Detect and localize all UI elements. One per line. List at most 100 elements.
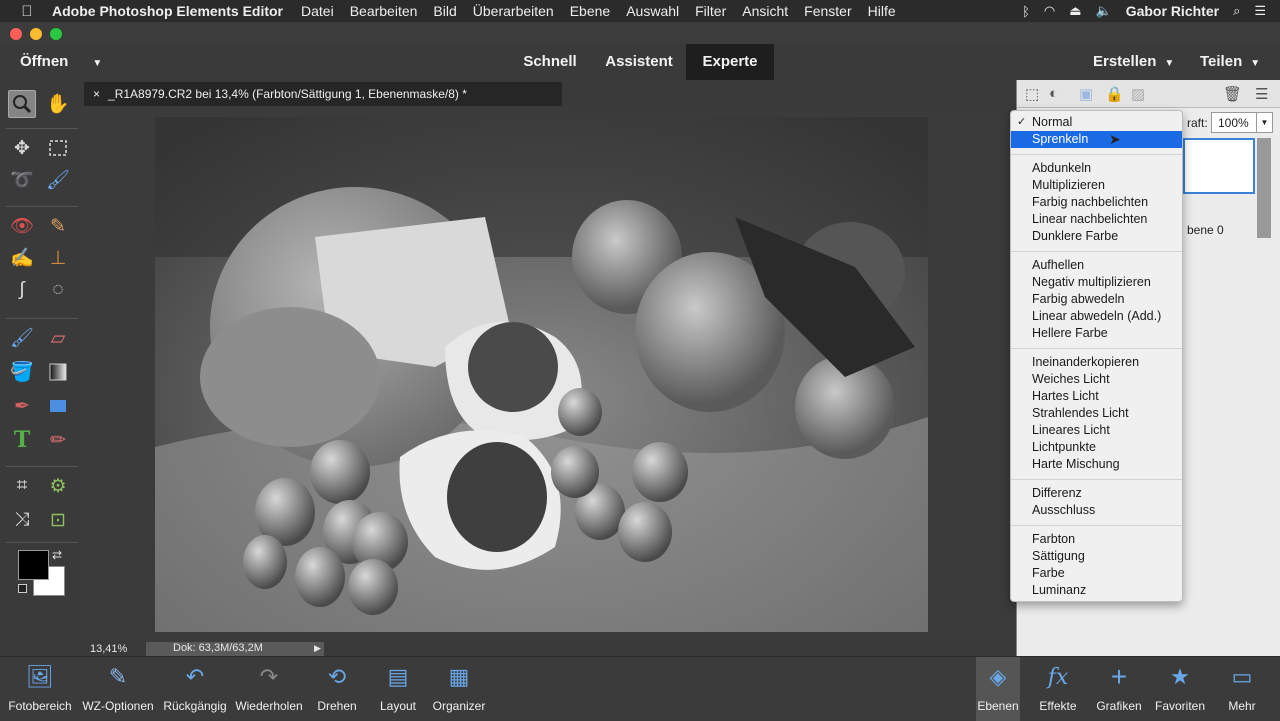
menu-ansicht[interactable]: Ansicht bbox=[742, 3, 788, 19]
layers-scrollbar[interactable] bbox=[1257, 138, 1271, 238]
shape-tool-icon[interactable] bbox=[44, 392, 72, 420]
mode-tab-schnell[interactable]: Schnell bbox=[508, 44, 592, 80]
lasso-tool-icon[interactable]: ➰ bbox=[8, 166, 36, 194]
zoom-window-button[interactable] bbox=[50, 28, 62, 40]
recompose-tool-icon[interactable]: ⚙ bbox=[44, 472, 72, 500]
move-tool-icon[interactable]: ✥ bbox=[8, 134, 36, 162]
document-image[interactable] bbox=[155, 117, 928, 632]
graphics-button[interactable]: + Grafiken bbox=[1094, 657, 1144, 721]
lock-transparency-icon[interactable]: ▨ bbox=[1131, 85, 1145, 103]
blend-mode-negativ-multiplizieren[interactable]: Negativ multiplizieren bbox=[1011, 274, 1182, 291]
minimize-window-button[interactable] bbox=[30, 28, 42, 40]
document-size[interactable]: Dok: 63,3M/63,2M bbox=[146, 642, 324, 656]
close-document-icon[interactable]: × bbox=[93, 87, 100, 101]
wifi-icon[interactable]: ◠ bbox=[1044, 3, 1055, 19]
zoom-tool-icon[interactable] bbox=[8, 90, 36, 118]
layer-name[interactable]: bene 0 bbox=[1187, 223, 1224, 237]
blend-mode-dunklere-farbe[interactable]: Dunklere Farbe bbox=[1011, 228, 1182, 245]
share-menu-button[interactable]: Teilen ▼ bbox=[1200, 53, 1260, 70]
tool-options-button[interactable]: ✎ WZ-Optionen bbox=[78, 657, 158, 721]
blend-mode-farbig-nachbelichten[interactable]: Farbig nachbelichten bbox=[1011, 194, 1182, 211]
volume-icon[interactable]: 🔈 bbox=[1096, 3, 1112, 19]
zoom-level[interactable]: 13,41% bbox=[90, 643, 127, 655]
swap-colors-icon[interactable]: ⇄ bbox=[52, 548, 62, 562]
red-eye-tool-icon[interactable]: 👁 bbox=[8, 212, 36, 240]
apple-icon[interactable]:  bbox=[16, 3, 38, 20]
mode-tab-experte[interactable]: Experte bbox=[686, 44, 774, 80]
notification-center-icon[interactable]: ☰ bbox=[1254, 3, 1266, 19]
open-button[interactable]: Öffnen ▼ bbox=[20, 53, 102, 70]
menu-bearbeiten[interactable]: Bearbeiten bbox=[350, 3, 418, 19]
new-layer-icon[interactable]: ⬚ bbox=[1025, 85, 1039, 103]
lock-all-icon[interactable]: 🔒 bbox=[1105, 85, 1124, 103]
menu-ebene[interactable]: Ebene bbox=[570, 3, 610, 19]
user-name[interactable]: Gabor Richter bbox=[1126, 3, 1219, 19]
eject-icon[interactable]: ⏏ bbox=[1069, 3, 1081, 19]
layers-button[interactable]: ◈ Ebenen bbox=[976, 657, 1020, 721]
layout-button[interactable]: ▤ Layout bbox=[372, 657, 424, 721]
blend-mode-multiplizieren[interactable]: Multiplizieren bbox=[1011, 177, 1182, 194]
document-tab[interactable]: × _R1A8979.CR2 bei 13,4% (Farbton/Sättig… bbox=[84, 82, 562, 106]
photo-bin-button[interactable]: 🖼 Fotobereich bbox=[4, 657, 76, 721]
effects-button[interactable]: fx Effekte bbox=[1034, 657, 1082, 721]
status-menu-arrow-icon[interactable]: ▶ bbox=[314, 643, 321, 654]
marquee-tool-icon[interactable] bbox=[44, 134, 72, 162]
organizer-button[interactable]: ▦ Organizer bbox=[428, 657, 490, 721]
spotlight-search-icon[interactable]: ⌕ bbox=[1233, 3, 1240, 19]
blend-mode-ausschluss[interactable]: Ausschluss bbox=[1011, 502, 1182, 519]
blend-mode-luminanz[interactable]: Luminanz bbox=[1011, 582, 1182, 599]
type-tool-icon[interactable]: T bbox=[8, 426, 36, 454]
brush-tool-icon[interactable]: 🖌 bbox=[8, 324, 36, 352]
menu-auswahl[interactable]: Auswahl bbox=[626, 3, 679, 19]
hand-tool-icon[interactable]: ✋ bbox=[44, 90, 72, 118]
blend-mode-hellere-farbe[interactable]: Hellere Farbe bbox=[1011, 325, 1182, 342]
straighten-tool-icon[interactable]: ⊡ bbox=[44, 506, 72, 534]
trash-icon[interactable]: 🗑 bbox=[1223, 85, 1242, 103]
favorites-button[interactable]: ★ Favoriten bbox=[1152, 657, 1208, 721]
layer-mask-thumbnail[interactable] bbox=[1183, 138, 1255, 194]
blend-mode-normal[interactable]: ✓ Normal bbox=[1011, 114, 1182, 131]
menu-bild[interactable]: Bild bbox=[433, 3, 456, 19]
blur-tool-icon[interactable]: ∫ bbox=[8, 276, 36, 304]
eyedropper-tool-icon[interactable]: ✒ bbox=[8, 392, 36, 420]
undo-button[interactable]: ↶ Rückgängig bbox=[160, 657, 230, 721]
menu-filter[interactable]: Filter bbox=[695, 3, 726, 19]
blend-mode-aufhellen[interactable]: Aufhellen bbox=[1011, 257, 1182, 274]
content-aware-move-tool-icon[interactable]: ⤨ bbox=[8, 506, 36, 534]
default-colors-icon[interactable] bbox=[18, 584, 27, 593]
blend-mode-linear-nachbelichten[interactable]: Linear nachbelichten bbox=[1011, 211, 1182, 228]
clone-stamp-tool-icon[interactable]: ⊥ bbox=[44, 244, 72, 272]
eraser-tool-icon[interactable]: ▱ bbox=[44, 324, 72, 352]
menu-ueberarbeiten[interactable]: Überarbeiten bbox=[473, 3, 554, 19]
blend-mode-weiches-licht[interactable]: Weiches Licht bbox=[1011, 371, 1182, 388]
blend-mode-sprenkeln[interactable]: Sprenkeln ➤ bbox=[1011, 131, 1182, 148]
blend-mode-lichtpunkte[interactable]: Lichtpunkte bbox=[1011, 439, 1182, 456]
blend-mode-differenz[interactable]: Differenz bbox=[1011, 485, 1182, 502]
paint-bucket-tool-icon[interactable]: 🪣 bbox=[8, 358, 36, 386]
chevron-down-icon[interactable]: ▼ bbox=[1256, 113, 1272, 132]
blend-mode-saettigung[interactable]: Sättigung bbox=[1011, 548, 1182, 565]
rotate-button[interactable]: ⟲ Drehen bbox=[308, 657, 366, 721]
blend-mode-linear-abwedeln[interactable]: Linear abwedeln (Add.) bbox=[1011, 308, 1182, 325]
bluetooth-icon[interactable]: ᛒ bbox=[1022, 4, 1030, 19]
more-button[interactable]: ▭ Mehr bbox=[1218, 657, 1266, 721]
blend-mode-farbig-abwedeln[interactable]: Farbig abwedeln bbox=[1011, 291, 1182, 308]
app-name-menu[interactable]: Adobe Photoshop Elements Editor bbox=[52, 3, 283, 19]
menu-datei[interactable]: Datei bbox=[301, 3, 334, 19]
close-window-button[interactable] bbox=[10, 28, 22, 40]
foreground-color-swatch[interactable] bbox=[18, 550, 49, 580]
layer-mask-icon[interactable]: ▣ bbox=[1079, 85, 1093, 103]
opacity-field[interactable]: 100% ▼ bbox=[1211, 112, 1273, 133]
blend-mode-abdunkeln[interactable]: Abdunkeln bbox=[1011, 160, 1182, 177]
blend-mode-lineares-licht[interactable]: Lineares Licht bbox=[1011, 422, 1182, 439]
smart-brush-tool-icon[interactable]: ✍ bbox=[8, 244, 36, 272]
panel-menu-icon[interactable]: ☰ bbox=[1255, 85, 1268, 103]
mode-tab-assistent[interactable]: Assistent bbox=[592, 44, 686, 80]
adjustment-layer-icon[interactable]: ◐ bbox=[1049, 85, 1058, 102]
blend-mode-strahlendes-licht[interactable]: Strahlendes Licht bbox=[1011, 405, 1182, 422]
blend-mode-farbton[interactable]: Farbton bbox=[1011, 531, 1182, 548]
menu-hilfe[interactable]: Hilfe bbox=[868, 3, 896, 19]
gradient-tool-icon[interactable] bbox=[44, 358, 72, 386]
menu-fenster[interactable]: Fenster bbox=[804, 3, 851, 19]
blend-mode-harte-mischung[interactable]: Harte Mischung bbox=[1011, 456, 1182, 473]
